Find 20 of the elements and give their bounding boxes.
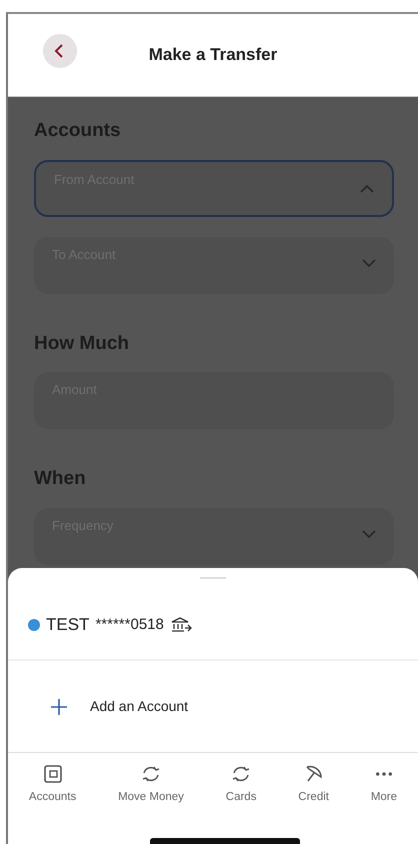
back-button[interactable] <box>43 34 77 68</box>
tab-bar-item[interactable]: Accounts <box>28 763 76 806</box>
chevron-down-icon <box>362 530 376 538</box>
account-number: ******0518 <box>95 614 164 635</box>
chevron-up-icon <box>360 184 374 192</box>
section-heading: Accounts <box>34 119 122 143</box>
section-heading: How Much <box>34 332 130 356</box>
screen-title: Make a Transfer <box>148 44 278 66</box>
wallet-icon <box>42 763 64 785</box>
bank-icon <box>170 616 192 634</box>
sheet-handle[interactable] <box>200 577 226 579</box>
section-heading: When <box>34 467 87 491</box>
account-name: TEST <box>46 614 90 636</box>
tab-bar-item[interactable]: Cards <box>226 763 256 806</box>
tab-bar-item[interactable]: More <box>370 763 398 806</box>
tab-bar-item[interactable]: Move Money <box>118 763 184 806</box>
tab-bar-item[interactable]: Credit <box>298 763 329 806</box>
plus-icon <box>50 698 68 716</box>
more-icon <box>376 772 392 776</box>
chevron-down-icon <box>362 258 376 268</box>
